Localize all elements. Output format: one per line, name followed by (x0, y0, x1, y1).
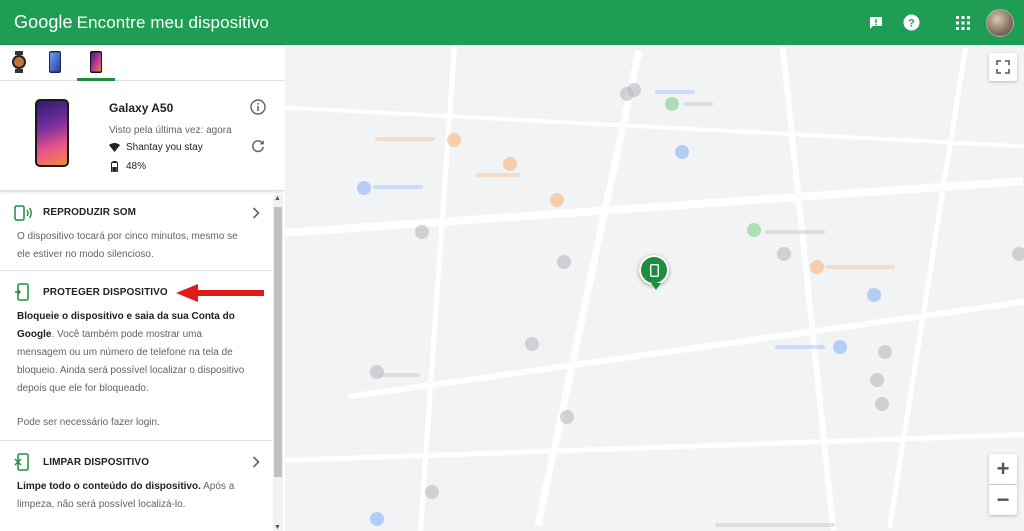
secure-device-title: PROTEGER DISPOSITIVO (43, 287, 168, 298)
avatar[interactable] (986, 8, 1014, 37)
scroll-down-arrow-icon[interactable]: ▼ (274, 524, 281, 531)
phone-icon (649, 263, 659, 277)
fullscreen-button[interactable] (989, 53, 1017, 81)
device-info-button[interactable] (250, 99, 266, 120)
erase-device-desc-bold: Limpe todo o conteúdo do dispositivo. (17, 481, 201, 492)
phone-sound-icon (14, 205, 32, 221)
play-sound-title: REPRODUZIR SOM (43, 207, 137, 218)
chevron-right-icon[interactable] (252, 456, 260, 468)
wifi-icon (109, 143, 120, 152)
map-view[interactable]: + − (285, 45, 1024, 531)
device-image (35, 99, 69, 167)
play-sound-action[interactable]: REPRODUZIR SOM O dispositivo tocará por … (0, 191, 272, 271)
fullscreen-icon (996, 60, 1010, 74)
secure-device-desc-text: . Você também pode mostrar uma mensagem … (17, 329, 245, 394)
device-wifi: Shantay you stay (109, 142, 203, 153)
device-tabs (0, 45, 285, 81)
app-header: Google Encontre meu dispositivo ? (0, 0, 1024, 45)
svg-text:?: ? (908, 18, 915, 30)
help-icon: ? (903, 14, 919, 31)
apps-button[interactable] (946, 6, 980, 40)
red-arrow-annotation (176, 284, 264, 302)
device-location-marker[interactable] (639, 255, 669, 290)
scroll-up-arrow-icon[interactable]: ▲ (274, 195, 281, 202)
tab-device-phone-1[interactable] (36, 45, 74, 80)
info-icon (250, 99, 266, 115)
tab-device-watch[interactable] (4, 45, 33, 80)
erase-device-title: LIMPAR DISPOSITIVO (43, 457, 150, 468)
app-title[interactable]: Google Encontre meu dispositivo (0, 12, 269, 33)
refresh-button[interactable] (251, 139, 265, 158)
scrollbar-thumb[interactable] (274, 207, 282, 477)
help-button[interactable]: ? (894, 6, 928, 40)
phone-erase-icon (14, 453, 29, 471)
device-battery: 48% (109, 161, 146, 172)
secure-device-login-note: Pode ser necessário fazer login. (17, 417, 160, 428)
device-name: Galaxy A50 (109, 101, 174, 115)
phone-icon (49, 51, 61, 73)
refresh-icon (252, 140, 265, 153)
erase-device-description: Limpe todo o conteúdo do dispositivo. Ap… (17, 478, 245, 514)
chevron-right-icon[interactable] (252, 207, 260, 219)
secure-device-description: Bloqueie o dispositivo e saia da sua Con… (17, 308, 245, 398)
apps-icon (956, 15, 970, 30)
zoom-out-button[interactable]: − (989, 485, 1017, 515)
battery-icon (111, 161, 118, 172)
feedback-icon (870, 16, 882, 29)
google-logo-text: Google (14, 12, 73, 32)
phone-icon (90, 51, 102, 73)
device-info-card (0, 81, 285, 191)
phone-lock-icon (15, 283, 29, 301)
tab-device-galaxy-a50[interactable] (77, 45, 115, 81)
battery-level: 48% (126, 161, 147, 172)
app-title-text: Encontre meu dispositivo (76, 13, 269, 32)
wifi-name: Shantay you stay (126, 142, 203, 153)
device-last-seen: Visto pela última vez: agora (109, 125, 232, 136)
zoom-in-button[interactable]: + (989, 454, 1017, 484)
panel-scrollbar[interactable]: ▲ ▼ (273, 195, 283, 531)
feedback-button[interactable] (859, 6, 893, 40)
watch-icon (11, 51, 26, 73)
play-sound-description: O dispositivo tocará por cinco minutos, … (17, 231, 238, 260)
erase-device-action[interactable]: LIMPAR DISPOSITIVO Limpe todo o conteúdo… (0, 441, 272, 531)
